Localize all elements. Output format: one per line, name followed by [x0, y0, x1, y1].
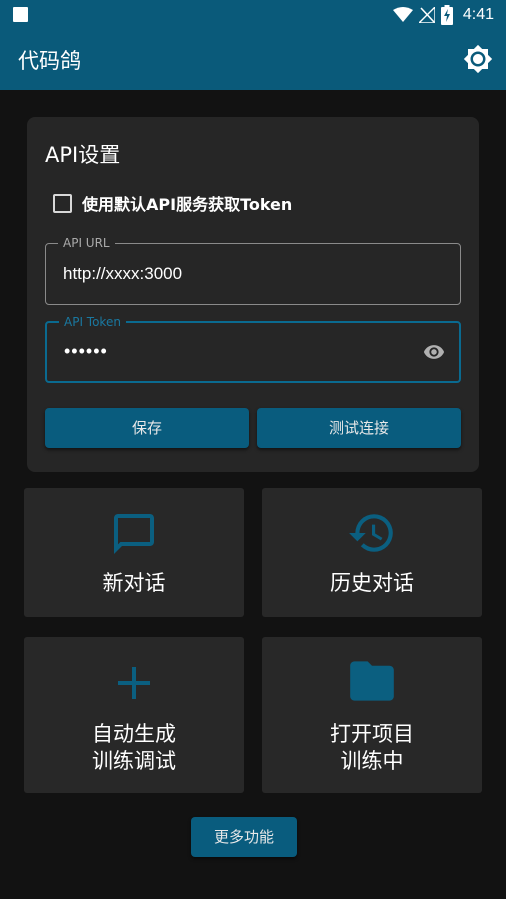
status-icons: 4:41: [392, 4, 494, 26]
history-icon: [349, 514, 393, 552]
more-features-button[interactable]: 更多功能: [191, 817, 297, 857]
api-token-label: API Token: [59, 315, 126, 329]
test-connection-button[interactable]: 测试连接: [257, 408, 461, 448]
app-title: 代码鸽: [18, 49, 81, 73]
history-chat-label: 历史对话: [330, 571, 414, 595]
brightness-settings-icon: [463, 44, 493, 74]
api-url-field[interactable]: API URL http://xxxx:3000: [45, 236, 461, 305]
api-url-label: API URL: [58, 236, 115, 250]
use-default-api-label: 使用默认API服务获取Token: [82, 195, 293, 214]
api-token-value[interactable]: ••••••: [64, 341, 108, 362]
status-time: 4:41: [462, 6, 494, 23]
new-chat-label: 新对话: [102, 571, 166, 595]
folder-icon: [350, 661, 394, 701]
eye-icon: [423, 345, 445, 359]
api-token-field[interactable]: API Token ••••••: [45, 315, 461, 383]
notification-square-icon: [13, 7, 28, 22]
chat-bubble-icon: [114, 514, 154, 554]
new-chat-tile[interactable]: 新对话: [24, 488, 244, 617]
plus-icon: [118, 667, 150, 699]
save-button[interactable]: 保存: [45, 408, 249, 448]
signal-off-icon: [418, 7, 435, 23]
battery-charging-icon: [440, 5, 453, 25]
app-bar: 代码鸽: [0, 30, 506, 90]
open-project-tile[interactable]: 打开项目 训练中: [262, 637, 482, 793]
settings-button[interactable]: [463, 44, 493, 74]
api-url-value[interactable]: http://xxxx:3000: [63, 264, 182, 284]
use-default-api-checkbox[interactable]: [53, 193, 72, 213]
use-default-api-row[interactable]: 使用默认API服务获取Token: [53, 191, 292, 215]
auto-generate-tile[interactable]: 自动生成 训练调试: [24, 637, 244, 793]
status-bar: 4:41: [0, 0, 506, 30]
api-settings-card: API设置 使用默认API服务获取Token API URL http://xx…: [27, 117, 479, 472]
api-settings-title: API设置: [45, 143, 121, 167]
wifi-icon: [392, 7, 413, 22]
toggle-visibility-button[interactable]: [421, 341, 447, 363]
auto-generate-label: 自动生成 训练调试: [92, 722, 176, 773]
open-project-label: 打开项目 训练中: [330, 722, 414, 773]
history-chat-tile[interactable]: 历史对话: [262, 488, 482, 617]
